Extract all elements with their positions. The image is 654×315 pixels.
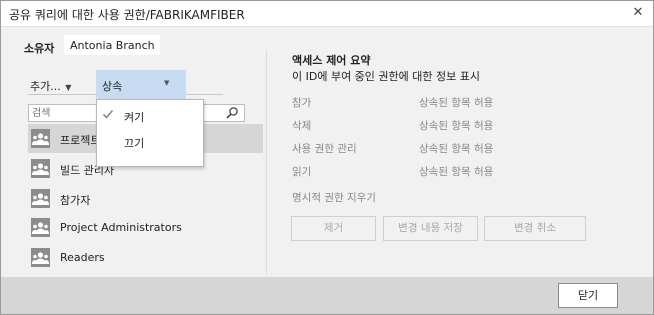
group-icon <box>31 248 50 267</box>
dropdown-option-label: 켜기 <box>124 111 145 124</box>
permissions-dialog: 공유 쿼리에 대한 사용 권한/FABRIKAMFIBER ✕ 소유자 Anto… <box>0 0 654 315</box>
chevron-down-icon: ▼ <box>62 83 72 92</box>
permission-row: 참가 상속된 항목 허용 <box>292 95 522 111</box>
undo-changes-button[interactable]: 변경 취소 <box>484 216 586 241</box>
search-icon[interactable] <box>225 106 239 120</box>
add-menu[interactable]: 추가... ▼ <box>30 78 71 94</box>
permission-value[interactable]: 상속된 항목 허용 <box>419 118 493 133</box>
clear-explicit-permissions-link[interactable]: 명시적 권한 지우기 <box>292 190 376 205</box>
group-icon <box>31 218 50 237</box>
dropdown-option[interactable]: 끄기 <box>97 128 203 154</box>
list-item[interactable]: Project Administrators <box>28 213 263 242</box>
dialog-title: 공유 쿼리에 대한 사용 권한/FABRIKAMFIBER <box>9 8 245 22</box>
owner-field[interactable]: Antonia Branch <box>63 34 161 56</box>
permission-name: 읽기 <box>292 166 312 178</box>
pane-divider <box>266 50 267 274</box>
group-icon <box>31 129 50 148</box>
remove-button[interactable]: 제거 <box>291 216 376 241</box>
permission-name: 사용 권한 관리 <box>292 143 357 155</box>
permission-filter-value: 상속 <box>102 80 123 93</box>
permission-name: 참가 <box>292 97 312 109</box>
owner-label: 소유자 <box>24 42 55 55</box>
list-item[interactable]: 참가자 <box>28 184 263 213</box>
permission-value[interactable]: 상속된 항목 허용 <box>419 141 493 156</box>
add-menu-label: 추가... <box>30 80 61 93</box>
group-icon <box>31 189 50 208</box>
save-changes-button[interactable]: 변경 내용 저장 <box>383 216 478 241</box>
close-button[interactable]: 닫기 <box>558 283 618 308</box>
list-item-label: Readers <box>60 251 105 264</box>
group-icon <box>31 159 50 178</box>
summary-title: 액세스 제어 요약 <box>292 54 371 67</box>
close-icon[interactable]: ✕ <box>629 4 647 22</box>
list-item-label: Project Administrators <box>60 221 182 234</box>
dropdown-option-label: 끄기 <box>124 137 145 150</box>
chevron-down-icon: ▼ <box>164 79 170 87</box>
permission-value[interactable]: 상속된 항목 허용 <box>419 95 493 110</box>
list-item-label: 참가자 <box>60 194 91 207</box>
permission-filter-select[interactable]: 상속 ▼ <box>96 70 186 99</box>
dialog-footer: 닫기 <box>1 277 653 314</box>
permission-name: 삭제 <box>292 120 312 132</box>
list-item[interactable]: Readers <box>28 243 263 272</box>
title-bar: 공유 쿼리에 대한 사용 권한/FABRIKAMFIBER ✕ <box>1 1 653 27</box>
permission-row: 삭제 상속된 항목 허용 <box>292 118 522 134</box>
permission-filter-dropdown: 켜기끄기 <box>96 99 204 167</box>
dropdown-option[interactable]: 켜기 <box>97 102 203 128</box>
checkmark-icon <box>102 109 114 119</box>
summary-subtitle: 이 ID에 부여 중인 권한에 대한 정보 표시 <box>292 70 480 83</box>
permission-row: 읽기 상속된 항목 허용 <box>292 164 522 180</box>
permission-row: 사용 권한 관리 상속된 항목 허용 <box>292 141 522 157</box>
permission-value[interactable]: 상속된 항목 허용 <box>419 164 493 179</box>
